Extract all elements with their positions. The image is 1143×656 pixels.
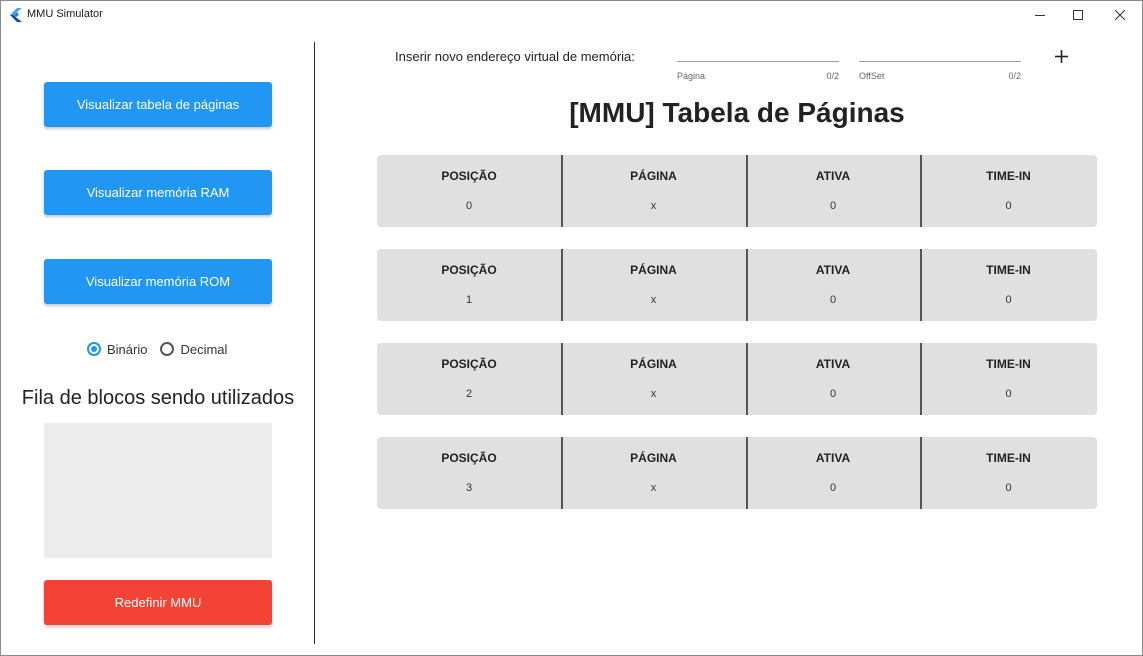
offset-field[interactable]: OffSet 0/2 <box>859 59 1021 85</box>
queue-title: Fila de blocos sendo utilizados <box>21 387 295 409</box>
maximize-button[interactable] <box>1059 1 1097 29</box>
table-row: POSIÇÃO 3 PÁGINA x ATIVA 0 TIME-IN 0 <box>377 437 1097 509</box>
offset-field-helper: OffSet <box>859 71 885 81</box>
active-value: 0 <box>829 388 837 400</box>
time-in-cell: TIME-IN 0 <box>920 437 1097 509</box>
address-input-label: Inserir novo endereço virtual de memória… <box>395 49 635 64</box>
active-value: 0 <box>829 294 837 306</box>
page-cell: PÁGINA x <box>561 437 746 509</box>
close-button[interactable] <box>1101 1 1139 29</box>
position-cell: POSIÇÃO 1 <box>377 249 561 321</box>
time-in-value: 0 <box>1005 294 1012 306</box>
column-header: TIME-IN <box>986 263 1031 277</box>
binary-radio-label[interactable]: Binário <box>107 342 147 357</box>
active-cell: ATIVA 0 <box>746 155 920 227</box>
page-value: x <box>650 482 657 494</box>
column-header: POSIÇÃO <box>441 169 497 183</box>
page-field-helper: Página <box>677 71 706 81</box>
minimize-button[interactable] <box>1021 1 1059 29</box>
close-icon <box>1115 10 1125 20</box>
page-field[interactable]: Página 0/2 <box>677 59 839 85</box>
view-ram-button[interactable]: Visualizar memória RAM <box>44 170 272 215</box>
column-header: PÁGINA <box>630 451 677 465</box>
panel-divider <box>314 42 315 644</box>
view-page-table-button[interactable]: Visualizar tabela de páginas <box>44 82 272 127</box>
active-cell: ATIVA 0 <box>746 437 920 509</box>
page-field-counter: 0/2 <box>826 71 839 81</box>
position-value: 2 <box>465 388 473 400</box>
maximize-icon <box>1073 10 1083 20</box>
page-value: x <box>650 200 657 212</box>
position-cell: POSIÇÃO 0 <box>377 155 561 227</box>
time-in-value: 0 <box>1005 388 1012 400</box>
reset-mmu-button[interactable]: Redefinir MMU <box>44 580 272 625</box>
active-cell: ATIVA 0 <box>746 343 920 415</box>
decimal-radio[interactable] <box>160 342 175 356</box>
offset-field-underline <box>859 61 1021 62</box>
time-in-cell: TIME-IN 0 <box>920 343 1097 415</box>
column-header: ATIVA <box>815 263 851 277</box>
time-in-value: 0 <box>1005 200 1012 212</box>
position-cell: POSIÇÃO 2 <box>377 343 561 415</box>
position-value: 0 <box>465 200 473 212</box>
position-value: 1 <box>465 294 473 306</box>
page-cell: PÁGINA x <box>561 343 746 415</box>
column-header: POSIÇÃO <box>441 357 497 371</box>
add-address-button[interactable] <box>1050 45 1072 67</box>
active-value: 0 <box>829 482 837 494</box>
window-title: MMU Simulator <box>27 8 103 20</box>
column-header: POSIÇÃO <box>441 451 497 465</box>
time-in-cell: TIME-IN 0 <box>920 155 1097 227</box>
column-header: TIME-IN <box>986 169 1031 183</box>
plus-icon <box>1054 49 1068 63</box>
page-value: x <box>650 388 657 400</box>
column-header: POSIÇÃO <box>441 263 497 277</box>
active-cell: ATIVA 0 <box>746 249 920 321</box>
number-format-radio-group: Binário Decimal <box>87 339 240 359</box>
column-header: TIME-IN <box>986 451 1031 465</box>
minimize-icon <box>1035 15 1045 16</box>
app-logo-icon <box>10 8 22 22</box>
column-header: ATIVA <box>815 357 851 371</box>
offset-field-counter: 0/2 <box>1008 71 1021 81</box>
page-field-underline <box>677 61 839 62</box>
page-cell: PÁGINA x <box>561 155 746 227</box>
table-row: POSIÇÃO 0 PÁGINA x ATIVA 0 TIME-IN 0 <box>377 155 1097 227</box>
block-queue-panel <box>44 423 272 558</box>
time-in-cell: TIME-IN 0 <box>920 249 1097 321</box>
binary-radio[interactable] <box>87 342 101 356</box>
column-header: TIME-IN <box>986 357 1031 371</box>
app-window: MMU Simulator Visualizar tabela de págin… <box>0 0 1143 656</box>
page-title: [MMU] Tabela de Páginas <box>569 97 905 128</box>
table-row: POSIÇÃO 2 PÁGINA x ATIVA 0 TIME-IN 0 <box>377 343 1097 415</box>
column-header: PÁGINA <box>630 263 677 277</box>
active-value: 0 <box>829 200 837 212</box>
position-value: 3 <box>465 482 473 494</box>
column-header: PÁGINA <box>630 169 677 183</box>
page-cell: PÁGINA x <box>561 249 746 321</box>
view-rom-button[interactable]: Visualizar memória ROM <box>44 259 272 304</box>
page-value: x <box>650 294 657 306</box>
position-cell: POSIÇÃO 3 <box>377 437 561 509</box>
column-header: ATIVA <box>815 451 851 465</box>
table-row: POSIÇÃO 1 PÁGINA x ATIVA 0 TIME-IN 0 <box>377 249 1097 321</box>
title-bar: MMU Simulator <box>1 1 1142 29</box>
column-header: ATIVA <box>815 169 851 183</box>
column-header: PÁGINA <box>630 357 677 371</box>
decimal-radio-label[interactable]: Decimal <box>180 342 227 357</box>
time-in-value: 0 <box>1005 482 1012 494</box>
